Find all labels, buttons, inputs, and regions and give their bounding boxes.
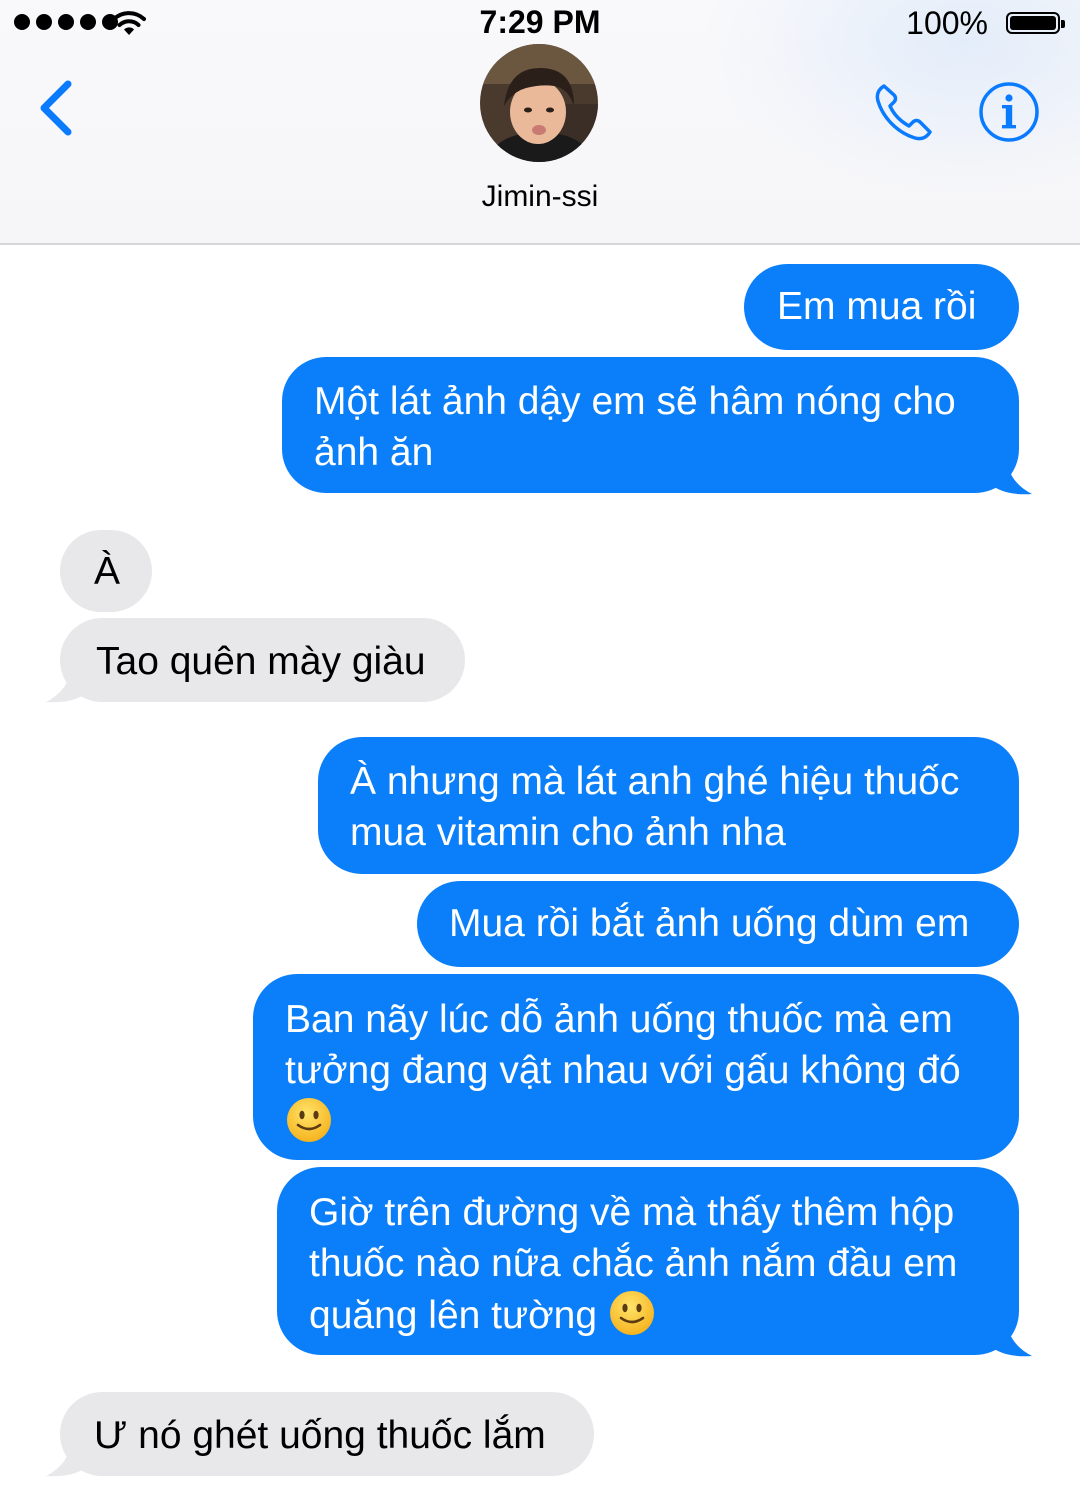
message-bubble-outgoing[interactable]: Giờ trên đường về mà thấy thêm hộp thuốc… (277, 1167, 1019, 1355)
battery-icon (1006, 12, 1065, 34)
info-icon[interactable] (976, 80, 1042, 144)
message-bubble-incoming[interactable]: À (60, 530, 152, 612)
contact-avatar[interactable] (480, 44, 598, 162)
message-text: thuốc nào nữa chắc ảnh nắm đầu em (309, 1242, 958, 1285)
message-text: mua vitamin cho ảnh nha (350, 811, 786, 854)
message-text: ảnh ăn (314, 431, 434, 474)
message-bubble-incoming[interactable]: Ư nó ghét uống thuốc lắm (60, 1392, 594, 1476)
message-text: Ư nó ghét uống thuốc lắm (94, 1414, 546, 1457)
chevron-left-icon[interactable] (30, 78, 80, 138)
bubble-tail (46, 664, 90, 703)
message-text: tưởng đang vật nhau với gấu không đó (285, 1049, 961, 1092)
status-bar: 7:29 PM 100% (0, 0, 1080, 50)
conversation-header: 7:29 PM 100% Jimin-ssi (0, 0, 1080, 245)
message-text: Tao quên mày giàu (96, 640, 426, 683)
slightly-smiling-face-emoji (609, 1291, 654, 1335)
message-text: Một lát ảnh dậy em sẽ hâm nóng cho (314, 380, 956, 423)
message-text: Em mua rồi (777, 285, 977, 328)
contact-name[interactable]: Jimin-ssi (0, 180, 1080, 214)
message-text: quăng lên tường (309, 1294, 608, 1337)
bubble-tail (988, 456, 1032, 495)
message-bubble-outgoing[interactable]: À nhưng mà lát anh ghé hiệu thuốc mua vi… (318, 737, 1019, 874)
battery-percentage: 100% (906, 5, 988, 41)
message-text: À nhưng mà lát anh ghé hiệu thuốc (350, 760, 960, 803)
message-bubble-outgoing[interactable]: Ban nãy lúc dỗ ảnh uống thuốc mà em tưởn… (253, 974, 1019, 1160)
bubble-tail (988, 1318, 1032, 1357)
message-bubble-outgoing[interactable]: Một lát ảnh dậy em sẽ hâm nóng cho ảnh ă… (282, 357, 1019, 493)
message-bubble-incoming[interactable]: Tao quên mày giàu (60, 618, 465, 702)
message-bubble-outgoing[interactable]: Mua rồi bắt ảnh uống dùm em (417, 881, 1019, 967)
slightly-smiling-face-emoji (287, 1098, 331, 1142)
bubble-tail (46, 1438, 90, 1477)
phone-icon[interactable] (872, 80, 938, 144)
message-text: Ban nãy lúc dỗ ảnh uống thuốc mà em (285, 998, 953, 1041)
message-bubble-outgoing[interactable]: Em mua rồi (744, 264, 1019, 350)
message-text: Giờ trên đường về mà thấy thêm hộp (309, 1191, 955, 1234)
message-text: À (94, 550, 121, 593)
message-text: Mua rồi bắt ảnh uống dùm em (449, 902, 970, 945)
